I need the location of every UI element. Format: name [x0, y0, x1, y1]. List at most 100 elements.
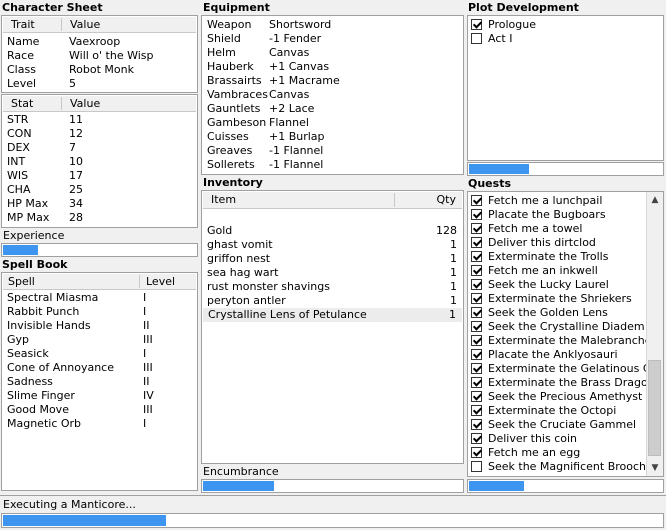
quests-scrollbar[interactable]: ▲ ▼: [646, 192, 663, 476]
stat-row[interactable]: DEX 7: [2, 141, 197, 155]
stat-column-header[interactable]: Stat: [11, 97, 33, 110]
spell-row[interactable]: Rabbit Punch I: [2, 305, 197, 319]
stat-row[interactable]: CON 12: [2, 127, 197, 141]
traits-list[interactable]: Trait Value Name Vaexroop Race Will o' the …: [1, 15, 198, 93]
stat-row[interactable]: STR 11: [2, 113, 197, 127]
trait-row[interactable]: Class Robot Monk: [2, 63, 197, 77]
spell-row[interactable]: Good Move III: [2, 403, 197, 417]
plot-item[interactable]: Prologue: [471, 18, 645, 32]
inventory-row[interactable]: rust monster shavings 1: [202, 280, 463, 294]
quest-item[interactable]: Exterminate the Malebranches: [471, 334, 657, 348]
checkmark-icon[interactable]: [471, 265, 482, 276]
checkmark-icon[interactable]: [471, 251, 482, 262]
equipment-row[interactable]: Weapon Shortsword: [202, 18, 463, 32]
spell-row[interactable]: Slime Finger IV: [2, 389, 197, 403]
spell-column-header[interactable]: Spell: [8, 275, 35, 288]
quest-item[interactable]: Seek the Lucky Laurel: [471, 278, 645, 292]
spell-row[interactable]: Cone of Annoyance III: [2, 361, 197, 375]
equipment-row[interactable]: Cuisses +1 Burlap: [202, 130, 463, 144]
quest-item[interactable]: Deliver this dirtclod: [471, 236, 645, 250]
checkmark-icon[interactable]: [471, 223, 482, 234]
trait-column-header[interactable]: Trait: [11, 18, 35, 31]
equipment-row[interactable]: Vambraces Canvas: [202, 88, 463, 102]
checkmark-icon[interactable]: [471, 293, 482, 304]
inventory-row[interactable]: griffon nest 1: [202, 252, 463, 266]
checkbox-icon[interactable]: [471, 461, 482, 472]
checkmark-icon[interactable]: [471, 279, 482, 290]
plot-list[interactable]: Prologue Act I: [467, 15, 664, 161]
spell-row[interactable]: Sadness II: [2, 375, 197, 389]
stat-row[interactable]: WIS 17: [2, 169, 197, 183]
checkmark-icon[interactable]: [471, 335, 482, 346]
equipment-list[interactable]: Weapon Shortsword Shield -1 Fender Helm Canva…: [201, 15, 464, 175]
inventory-row[interactable]: ghast vomit 1: [202, 238, 463, 252]
qty-column-header[interactable]: Qty: [437, 193, 456, 206]
equipment-row[interactable]: Sollerets -1 Flannel: [202, 158, 463, 172]
checkmark-icon[interactable]: [471, 363, 482, 374]
quest-item[interactable]: Exterminate the Brass Dragons: [471, 376, 660, 390]
checkmark-icon[interactable]: [471, 19, 482, 30]
spell-row[interactable]: Spectral Miasma I: [2, 291, 197, 305]
down-arrow-icon[interactable]: ▼: [647, 460, 663, 476]
plot-item[interactable]: Act I: [471, 32, 645, 46]
inventory-row[interactable]: Gold 128: [202, 224, 463, 238]
quest-item[interactable]: Fetch me an inkwell: [471, 264, 645, 278]
inventory-list[interactable]: Item Qty Gold 128 ghast vomit 1 griffon nest…: [201, 190, 464, 464]
checkmark-icon[interactable]: [471, 349, 482, 360]
equipment-row[interactable]: Greaves -1 Flannel: [202, 144, 463, 158]
checkmark-icon[interactable]: [471, 195, 482, 206]
item-column-header[interactable]: Item: [211, 193, 236, 206]
trait-row[interactable]: Level 5: [2, 77, 197, 91]
quest-item[interactable]: Fetch me a towel: [471, 222, 645, 236]
equipment-row[interactable]: Gambeson Flannel: [202, 116, 463, 130]
stat-row[interactable]: INT 10: [2, 155, 197, 169]
checkmark-icon[interactable]: [471, 433, 482, 444]
stats-list[interactable]: Stat Value STR 11 CON 12 DEX 7 INT 10 WIS 17 CHA 25…: [1, 94, 198, 228]
equipment-row[interactable]: Gauntlets +2 Lace: [202, 102, 463, 116]
spell-row[interactable]: Invisible Hands II: [2, 319, 197, 333]
equipment-row[interactable]: Brassairts +1 Macrame: [202, 74, 463, 88]
quest-item[interactable]: Seek the Precious Amethyst: [471, 390, 645, 404]
checkmark-icon[interactable]: [471, 209, 482, 220]
quest-item[interactable]: Fetch me an egg: [471, 446, 645, 460]
quest-item[interactable]: Exterminate the Octopi: [471, 404, 645, 418]
stat-row[interactable]: MP Max 28: [2, 211, 197, 225]
checkbox-icon[interactable]: [471, 33, 482, 44]
inventory-row[interactable]: peryton antler 1: [202, 294, 463, 308]
scrollbar-thumb[interactable]: [648, 360, 661, 456]
spell-row[interactable]: Gyp III: [2, 333, 197, 347]
inventory-row[interactable]: Crystalline Lens of Petulance 1: [203, 308, 462, 322]
quest-item[interactable]: Exterminate the Trolls: [471, 250, 645, 264]
checkmark-icon[interactable]: [471, 377, 482, 388]
inventory-row[interactable]: sea hag wart 1: [202, 266, 463, 280]
quest-item[interactable]: Placate the Bugboars: [471, 208, 645, 222]
checkmark-icon[interactable]: [471, 391, 482, 402]
checkmark-icon[interactable]: [471, 321, 482, 332]
equipment-row[interactable]: Shield -1 Fender: [202, 32, 463, 46]
equipment-row[interactable]: Helm Canvas: [202, 46, 463, 60]
checkmark-icon[interactable]: [471, 419, 482, 430]
checkmark-icon[interactable]: [471, 405, 482, 416]
checkmark-icon[interactable]: [471, 447, 482, 458]
stat-value-column-header[interactable]: Value: [70, 97, 100, 110]
quest-item[interactable]: Seek the Cruciate Gammel: [471, 418, 645, 432]
quest-item[interactable]: Placate the Anklyosauri: [471, 348, 645, 362]
quest-item[interactable]: Exterminate the Gelatinous Cubes: [471, 362, 663, 376]
spell-row[interactable]: Seasick I: [2, 347, 197, 361]
quest-item[interactable]: Fetch me a lunchpail: [471, 194, 645, 208]
equipment-row[interactable]: Hauberk +1 Canvas: [202, 60, 463, 74]
checkmark-icon[interactable]: [471, 307, 482, 318]
level-column-header[interactable]: Level: [146, 275, 175, 288]
trait-row[interactable]: Name Vaexroop: [2, 35, 197, 49]
quest-item[interactable]: Exterminate the Shriekers: [471, 292, 645, 306]
trait-row[interactable]: Race Will o' the Wisp: [2, 49, 197, 63]
checkmark-icon[interactable]: [471, 237, 482, 248]
up-arrow-icon[interactable]: ▲: [647, 192, 663, 208]
stat-row[interactable]: CHA 25: [2, 183, 197, 197]
quest-item[interactable]: Deliver this coin: [471, 432, 645, 446]
quest-item[interactable]: Seek the Crystalline Diadem: [471, 320, 645, 334]
stat-row[interactable]: HP Max 34: [2, 197, 197, 211]
spell-row[interactable]: Magnetic Orb I: [2, 417, 197, 431]
value-column-header[interactable]: Value: [70, 18, 100, 31]
quest-item[interactable]: Seek the Magnificent Brooch: [471, 460, 646, 474]
